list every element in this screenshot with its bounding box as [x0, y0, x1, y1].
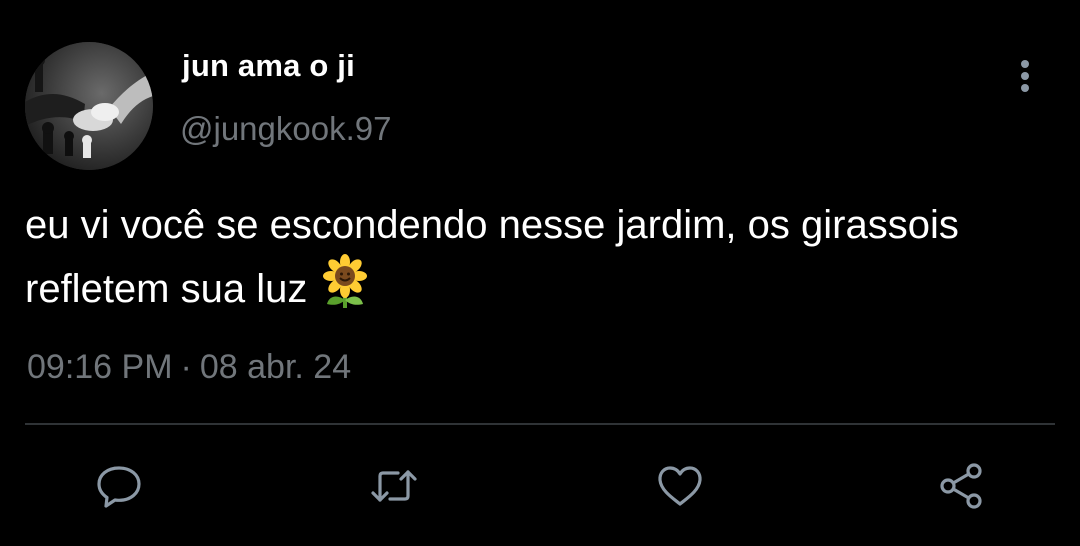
share-icon	[940, 463, 982, 509]
retweet-icon	[371, 470, 417, 502]
tweet-time: 09:16 PM	[27, 348, 173, 386]
tweet-card: jun ama o ji @jungkook.97 eu vi você se …	[0, 0, 1080, 546]
user-handle[interactable]: @jungkook.97	[180, 110, 391, 148]
tweet-body: eu vi você se escondendo nesse jardim, o…	[25, 203, 959, 311]
retweet-button[interactable]	[368, 460, 420, 512]
tweet-text: eu vi você se escondendo nesse jardim, o…	[25, 196, 1035, 318]
more-vertical-icon	[1021, 60, 1029, 92]
like-button[interactable]	[654, 460, 706, 512]
tweet-date: 08 abr. 24	[199, 348, 352, 386]
divider	[25, 423, 1055, 425]
meta-separator: ·	[180, 348, 192, 386]
share-button[interactable]	[936, 460, 988, 512]
reply-icon	[97, 466, 141, 508]
more-options-button[interactable]	[1005, 56, 1045, 96]
avatar[interactable]	[25, 42, 153, 170]
profile-photo-icon	[25, 42, 153, 170]
reply-button[interactable]	[93, 460, 145, 512]
heart-icon	[658, 466, 702, 506]
display-name[interactable]: jun ama o ji	[182, 48, 355, 84]
tweet-timestamp[interactable]: 09:16 PM · 08 abr. 24	[27, 348, 351, 387]
sunflower-emoji-icon	[317, 254, 373, 310]
